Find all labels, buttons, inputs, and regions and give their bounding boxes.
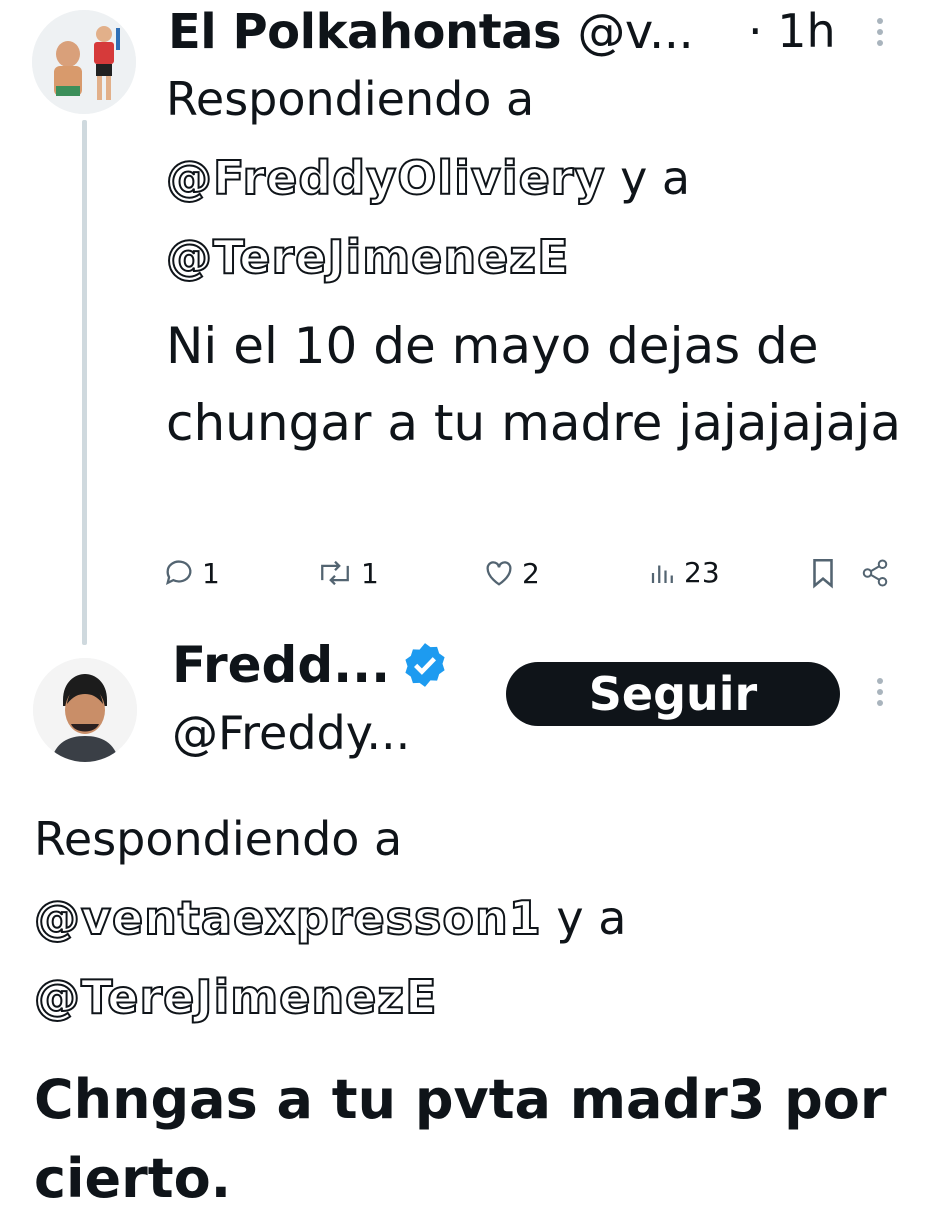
author-handle[interactable]: @Freddy...	[172, 706, 410, 760]
tweet-text: Chngas a tu pvta madr3 por cierto.	[34, 1068, 887, 1210]
mention-link[interactable]: @ventaexpresson1	[33, 890, 542, 946]
repost-count: 1	[361, 556, 379, 590]
thread-connector-line	[82, 120, 87, 645]
repost-icon	[315, 556, 355, 590]
verified-badge-icon	[400, 640, 450, 690]
tweet-action-bar: 1 1 2 23	[160, 556, 900, 600]
follow-button[interactable]: Seguir	[506, 662, 840, 726]
views-icon	[648, 558, 678, 588]
display-name[interactable]: El Polkahontas	[168, 4, 562, 60]
replying-to-label: Respondiendo a	[166, 72, 535, 126]
views-count: 23	[684, 556, 720, 589]
heart-icon	[482, 556, 516, 590]
share-icon	[860, 556, 890, 590]
reply-button[interactable]: 1	[162, 556, 220, 590]
mention-link[interactable]: @TereJimenezE	[33, 969, 438, 1025]
avatar-image	[33, 658, 137, 762]
bookmark-icon	[808, 556, 838, 590]
views-button[interactable]: 23	[648, 556, 720, 589]
avatar[interactable]	[32, 10, 136, 114]
tweet-text: Ni el 10 de mayo dejas de chungar a tu m…	[166, 317, 901, 452]
mention-link[interactable]: @TereJimenezE	[165, 229, 570, 285]
replying-to-join: y a	[541, 891, 627, 945]
bookmark-button[interactable]	[808, 556, 838, 590]
mention-link[interactable]: @FreddyOliviery	[165, 150, 605, 206]
repost-button[interactable]: 1	[315, 556, 379, 590]
display-name[interactable]: Fredd...	[172, 636, 390, 694]
share-button[interactable]	[860, 556, 890, 590]
author-handle[interactable]: @v...	[577, 4, 693, 60]
tweet-timestamp[interactable]: · 1h	[748, 4, 836, 58]
avatar[interactable]	[33, 658, 137, 762]
more-vertical-icon[interactable]	[873, 678, 887, 706]
replying-to-label: Respondiendo a	[34, 812, 403, 866]
reply-count: 1	[202, 556, 220, 590]
replying-to-join: y a	[605, 151, 691, 205]
reply-icon	[162, 556, 196, 590]
replying-to: Respondiendo a @ventaexpresson1 y a @Ter…	[33, 800, 894, 1037]
like-button[interactable]: 2	[482, 556, 540, 590]
like-count: 2	[522, 556, 540, 590]
avatar-image	[32, 10, 136, 114]
tweet-author[interactable]: El Polkahontas @v...	[168, 4, 694, 60]
more-vertical-icon[interactable]	[873, 18, 887, 46]
replying-to: Respondiendo a @FreddyOliviery y a @Tere…	[165, 60, 886, 297]
